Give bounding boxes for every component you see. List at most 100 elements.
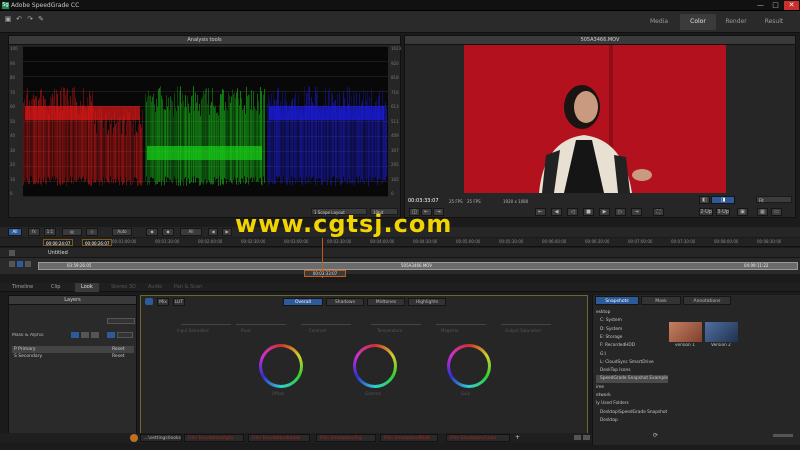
filter-icon-1[interactable]: fx xyxy=(28,228,40,236)
look-tab-5[interactable]: Film Emulation/Color xyxy=(446,434,510,442)
tab-pan-scan[interactable]: Pan & Scan xyxy=(168,283,208,292)
folder-item[interactable]: esktop xyxy=(596,309,668,317)
folder-item[interactable]: ime xyxy=(596,384,668,392)
folder-item[interactable]: F: RecordedHDD xyxy=(596,342,668,350)
mask-edit-icon[interactable] xyxy=(107,332,115,338)
track-enable-icon[interactable] xyxy=(17,261,23,267)
mask-opacity-slider[interactable] xyxy=(117,332,133,338)
gain-color-wheel[interactable] xyxy=(447,344,491,388)
folder-item[interactable]: ly Used Folders xyxy=(596,400,668,408)
fullscreen-icon[interactable]: ⛶ xyxy=(653,208,664,216)
contrast-slider[interactable] xyxy=(301,324,351,325)
tab-clip[interactable]: Clip xyxy=(45,283,66,292)
tab-result[interactable]: Result xyxy=(756,14,792,30)
auto-button[interactable]: Auto xyxy=(112,228,132,236)
refresh-icon[interactable]: ⟳ xyxy=(653,432,660,439)
play-icon[interactable]: ▶ xyxy=(599,208,610,216)
tab-shadows[interactable]: Shadows xyxy=(326,298,364,306)
tab-audio[interactable]: Audio xyxy=(142,283,168,292)
fit-select[interactable]: Fit xyxy=(756,196,792,203)
timeline-ruler[interactable]: 00:00:24:07 00:00:26:07 00:01:00:00 00:01… xyxy=(0,238,800,247)
gamma-color-wheel[interactable] xyxy=(353,344,397,388)
view-list-icon[interactable] xyxy=(574,435,581,440)
tab-midtones[interactable]: Midtones xyxy=(367,298,405,306)
folder-item[interactable]: E: Storage xyxy=(596,334,668,342)
track-visibility-icon[interactable] xyxy=(9,261,15,267)
pivot-slider[interactable] xyxy=(236,324,286,325)
tab-render[interactable]: Render xyxy=(718,14,754,30)
tab-overall[interactable]: Overall xyxy=(283,298,323,306)
folder-item[interactable]: DeskTop Icons xyxy=(596,367,668,375)
lut-toggle[interactable]: LUT xyxy=(173,298,185,306)
layer-primary[interactable]: P Primary Reset xyxy=(12,346,134,353)
magenta-slider[interactable] xyxy=(436,324,486,325)
redo-icon[interactable]: ↷ xyxy=(26,15,34,23)
folder-item[interactable]: D: System xyxy=(596,326,668,334)
mask-mode-icon-1[interactable] xyxy=(71,332,79,338)
tab-mask[interactable]: Mask xyxy=(641,296,681,305)
grid-icon[interactable]: ▦ xyxy=(757,208,768,216)
mask-mode-icon-2[interactable] xyxy=(81,332,89,338)
layer-secondary-reset[interactable]: Reset xyxy=(112,353,125,360)
track-audio-icon[interactable] xyxy=(25,261,31,267)
layer-primary-reset[interactable]: Reset xyxy=(112,346,125,353)
snapshot-thumb-1[interactable] xyxy=(669,322,702,342)
add-look-tab-button[interactable]: + xyxy=(515,434,520,441)
zoom-icon[interactable]: ◇ xyxy=(86,228,98,236)
look-folder-icon[interactable] xyxy=(130,434,138,442)
in-timecode[interactable]: 00:00:24:07 xyxy=(43,239,74,246)
layer-opacity-slider[interactable] xyxy=(107,318,135,324)
layer-secondary[interactable]: S Secondary Reset xyxy=(12,353,134,360)
tab-snapshots[interactable]: Snapshots xyxy=(595,296,639,305)
temperature-slider[interactable] xyxy=(371,324,421,325)
thumb-size-slider[interactable] xyxy=(773,434,793,437)
folder-item[interactable]: L: CloudSync SmartDrive xyxy=(596,359,668,367)
settings-icon[interactable]: ✎ xyxy=(37,15,45,23)
close-button[interactable]: ✕ xyxy=(784,1,799,10)
stop-icon[interactable]: ■ xyxy=(583,208,594,216)
view-mode-icon[interactable]: ◧ xyxy=(699,196,710,204)
maximize-button[interactable]: □ xyxy=(768,1,783,10)
look-tab-3[interactable]: Film Emulation/Fuji xyxy=(316,434,376,442)
tab-media[interactable]: Media xyxy=(640,14,678,30)
tab-highlights[interactable]: Highlights xyxy=(408,298,446,306)
view-3up-button[interactable]: 3-Up xyxy=(716,208,730,216)
video-frame[interactable] xyxy=(464,45,726,193)
folder-item[interactable]: etwork xyxy=(596,392,668,400)
mix-toggle[interactable]: Mix xyxy=(157,298,169,306)
snapshot-icon[interactable]: ▣ xyxy=(737,208,748,216)
color-tracks-icon[interactable]: ▤ xyxy=(62,228,82,236)
tab-look[interactable]: Look xyxy=(75,283,99,292)
filter-all-button[interactable]: All xyxy=(8,228,22,236)
skip-start-icon[interactable]: ⇤ xyxy=(535,208,546,216)
timeline-clip[interactable]: 03:59:26:05 505A3466.MOV 04:09:11:22 xyxy=(38,262,798,270)
safe-area-icon[interactable]: ▭ xyxy=(771,208,782,216)
look-path-tab[interactable]: ...\settings\looks xyxy=(140,434,182,442)
look-tab-1[interactable]: Film Emulation/Agfa xyxy=(184,434,244,442)
folder-item[interactable]: Desktop\SpeedGrade Snapshot xyxy=(596,409,668,417)
snapshot-thumb-2[interactable] xyxy=(705,322,738,342)
filter-icon-2[interactable]: 1:1 xyxy=(44,228,56,236)
out-timecode[interactable]: 00:00:26:07 xyxy=(82,239,113,246)
minimize-button[interactable]: — xyxy=(753,1,768,10)
save-icon[interactable]: ▣ xyxy=(4,15,12,23)
add-keyframe-icon[interactable]: ◆ xyxy=(162,228,174,236)
lock-icon[interactable] xyxy=(9,250,15,256)
tab-timeline[interactable]: Timeline xyxy=(6,283,39,292)
step-forward-icon[interactable]: ▷ xyxy=(615,208,626,216)
output-saturation-slider[interactable] xyxy=(501,324,551,325)
look-tab-4[interactable]: Film Emulation/B&W xyxy=(380,434,438,442)
offset-color-wheel[interactable] xyxy=(259,344,303,388)
tab-stereo-3d[interactable]: Stereo 3D xyxy=(105,283,142,292)
tab-annotations[interactable]: Annotations xyxy=(683,296,731,305)
folder-item[interactable]: SpeedGrade Snapshot Example xyxy=(596,375,668,383)
play-reverse-icon[interactable]: ◁ xyxy=(567,208,578,216)
view-2up-button[interactable]: 2-Up xyxy=(699,208,713,216)
folder-item[interactable]: Desktop xyxy=(596,417,668,425)
all-keyframes-button[interactable]: All xyxy=(180,228,202,236)
skip-end-icon[interactable]: ⇥ xyxy=(631,208,642,216)
view-thumb-icon[interactable] xyxy=(583,435,590,440)
folder-item[interactable]: C: System xyxy=(596,317,668,325)
mask-mode-icon-3[interactable] xyxy=(91,332,99,338)
compare-icon[interactable]: ◨ xyxy=(711,196,735,204)
